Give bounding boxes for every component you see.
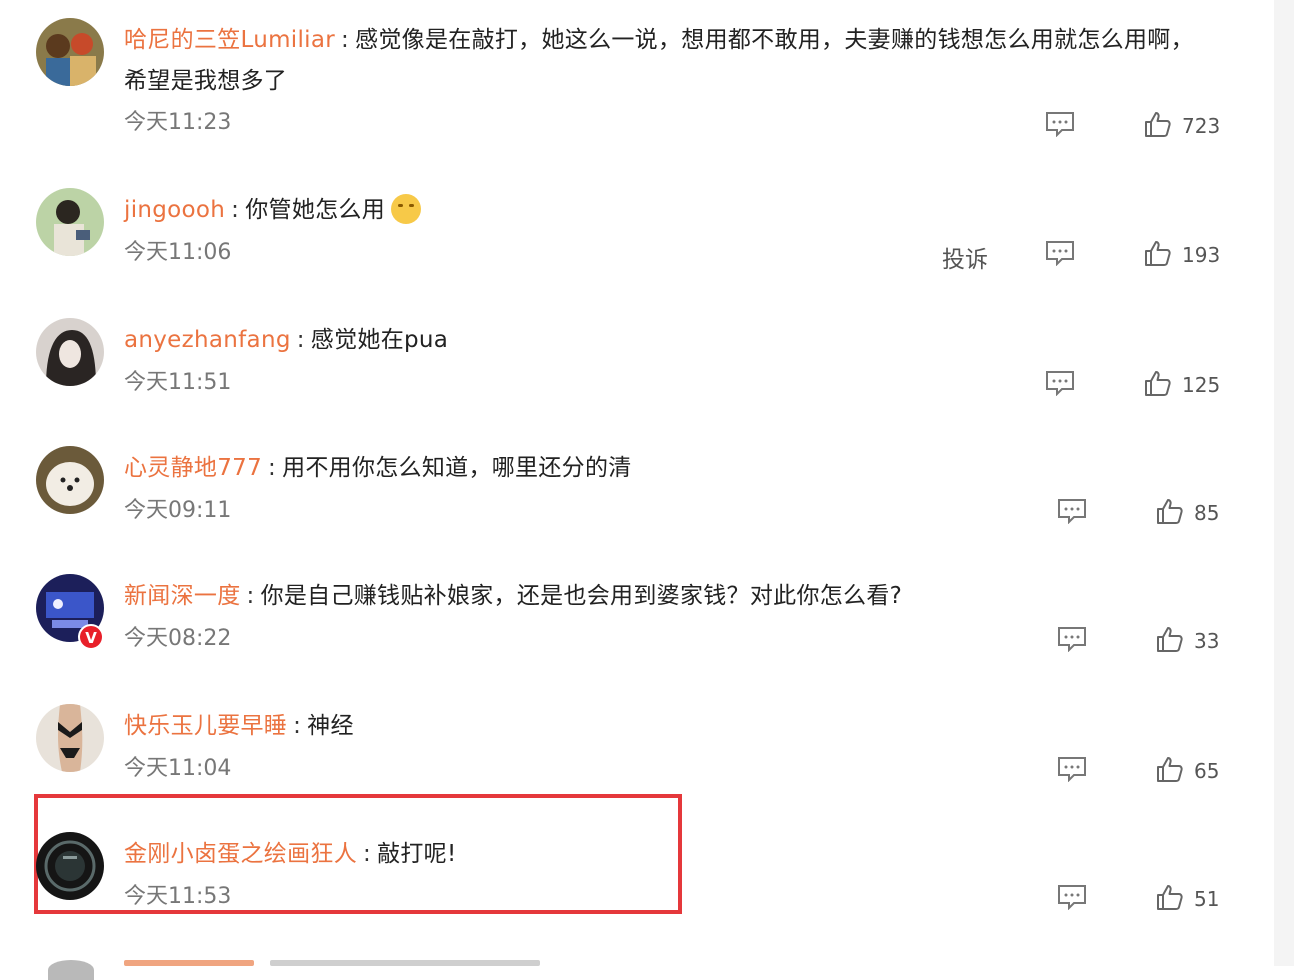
reply-icon[interactable] — [1045, 370, 1075, 396]
comment-item: 金刚小卤蛋之绘画狂人: 敲打呢! 今天11:53 51 — [0, 832, 1270, 960]
comment-content: 新闻深一度: 你是自己赚钱贴补娘家，还是也会用到婆家钱？对此你怎么看? — [124, 576, 1224, 617]
comment-item: jingoooh: 你管她怎么用 今天11:06 投诉 193 — [0, 188, 1270, 316]
reply-icon[interactable] — [1057, 626, 1087, 652]
comment-text: 感觉像是在敲打，她这么一说，想用都不敢用，夫妻赚的钱想怎么用就怎么用啊， — [355, 27, 1194, 53]
comment-content: 心灵静地777: 用不用你怎么知道，哪里还分的清 — [124, 448, 1224, 489]
comment-separator: : — [268, 455, 277, 481]
like-icon[interactable] — [1143, 369, 1171, 397]
like-count: 85 — [1194, 501, 1220, 525]
comment-text: 你是自己赚钱贴补娘家，还是也会用到婆家钱？对此你怎么看? — [260, 583, 903, 609]
comment-username[interactable]: 哈尼的三笠Lumiliar — [124, 27, 335, 53]
comment-text: 用不用你怎么知道，哪里还分的清 — [282, 455, 632, 481]
user-avatar[interactable] — [36, 18, 104, 86]
like-count: 125 — [1182, 373, 1221, 397]
like-icon[interactable] — [1155, 883, 1183, 911]
like-icon[interactable] — [1155, 497, 1183, 525]
comment-time: 今天11:51 — [124, 370, 232, 395]
like-count: 65 — [1194, 759, 1220, 783]
comment-username[interactable]: anyezhanfang — [124, 327, 291, 353]
like-icon[interactable] — [1143, 110, 1171, 138]
like-icon[interactable] — [1155, 625, 1183, 653]
verified-badge-icon: V — [78, 624, 104, 650]
comment-time: 今天08:22 — [124, 626, 232, 651]
comment-content: 哈尼的三笠Lumiliar: 感觉像是在敲打，她这么一说，想用都不敢用，夫妻赚的钱… — [124, 20, 1224, 102]
comment-separator: : — [231, 197, 240, 223]
comment-username[interactable]: 快乐玉儿要早睡 — [124, 713, 287, 739]
reply-icon[interactable] — [1045, 111, 1075, 137]
like-count: 193 — [1182, 243, 1221, 267]
comment-separator: : — [341, 27, 350, 53]
comment-content: 金刚小卤蛋之绘画狂人: 敲打呢! — [124, 834, 1224, 875]
comment-text: 感觉她在pua — [310, 327, 449, 353]
user-avatar[interactable] — [36, 318, 104, 386]
comment-text-continued: 希望是我想多了 — [124, 68, 288, 94]
comment-time: 今天11:53 — [124, 884, 232, 909]
comment-username[interactable]: 金刚小卤蛋之绘画狂人 — [124, 841, 357, 867]
complain-button[interactable]: 投诉 — [942, 240, 988, 274]
comment-item: 哈尼的三笠Lumiliar: 感觉像是在敲打，她这么一说，想用都不敢用，夫妻赚的钱… — [0, 18, 1270, 146]
like-count: 51 — [1194, 887, 1220, 911]
comment-username[interactable]: 新闻深一度 — [124, 583, 241, 609]
reply-icon[interactable] — [1057, 498, 1087, 524]
user-avatar[interactable] — [36, 188, 104, 256]
reply-icon[interactable] — [1057, 756, 1087, 782]
comment-item: V 新闻深一度: 你是自己赚钱贴补娘家，还是也会用到婆家钱？对此你怎么看? 今天0… — [0, 574, 1270, 702]
partial-comment-item — [0, 952, 1270, 980]
comment-separator: : — [246, 583, 255, 609]
like-count: 723 — [1182, 114, 1221, 138]
comment-text: 敲打呢! — [377, 841, 457, 867]
user-avatar[interactable] — [36, 446, 104, 514]
like-count: 33 — [1194, 629, 1220, 653]
comment-separator: : — [363, 841, 372, 867]
user-avatar[interactable] — [36, 704, 104, 772]
comment-time: 今天09:11 — [124, 498, 232, 523]
comment-content: 快乐玉儿要早睡: 神经 — [124, 706, 1224, 747]
comment-content: jingoooh: 你管她怎么用 — [124, 190, 1224, 231]
comment-separator: : — [293, 713, 302, 739]
comment-text: 你管她怎么用 — [245, 197, 386, 223]
user-avatar[interactable] — [36, 832, 104, 900]
comment-item: anyezhanfang: 感觉她在pua 今天11:51 125 — [0, 318, 1270, 446]
comment-time: 今天11:06 — [124, 240, 232, 265]
comment-text: 神经 — [307, 713, 354, 739]
reply-icon[interactable] — [1045, 240, 1075, 266]
comment-separator: : — [296, 327, 305, 353]
comment-username[interactable]: jingoooh — [124, 197, 225, 223]
like-icon[interactable] — [1143, 239, 1171, 267]
shush-emoji-icon — [391, 193, 422, 224]
comment-username[interactable]: 心灵静地777 — [124, 455, 262, 481]
right-scroll-edge — [1274, 0, 1294, 966]
partial-avatar — [48, 960, 94, 980]
partial-comment-text — [270, 960, 540, 966]
comment-item: 心灵静地777: 用不用你怎么知道，哪里还分的清 今天09:11 85 — [0, 446, 1270, 574]
comment-time: 今天11:04 — [124, 756, 232, 781]
partial-username — [124, 960, 254, 966]
reply-icon[interactable] — [1057, 884, 1087, 910]
comment-time: 今天11:23 — [124, 110, 232, 135]
like-icon[interactable] — [1155, 755, 1183, 783]
comment-content: anyezhanfang: 感觉她在pua — [124, 320, 1224, 361]
